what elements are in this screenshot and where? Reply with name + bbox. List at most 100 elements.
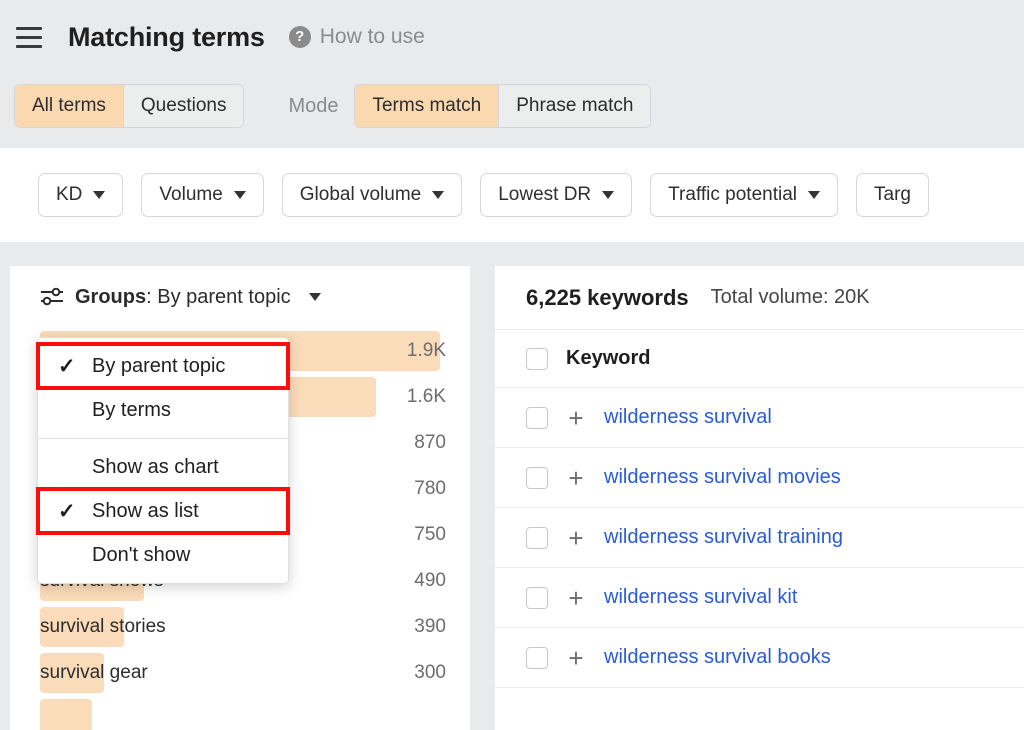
- hamburger-bar: [16, 45, 42, 48]
- menu-item-label: Don't show: [92, 544, 288, 567]
- plus-icon[interactable]: +: [566, 645, 586, 671]
- filter-lowest-dr-label: Lowest DR: [498, 184, 591, 206]
- row-checkbox[interactable]: [526, 647, 548, 669]
- how-to-use-label: How to use: [320, 25, 425, 49]
- chevron-down-icon: [234, 191, 246, 199]
- mode-segmented: Terms match Phrase match: [354, 84, 651, 128]
- app-root: Matching terms ? How to use All terms Qu…: [0, 0, 1024, 730]
- plus-icon[interactable]: +: [566, 525, 586, 551]
- keyword-row[interactable]: + wilderness survival books: [495, 628, 1024, 688]
- filter-kd-label: KD: [56, 184, 82, 206]
- filter-target[interactable]: Targ: [856, 173, 929, 217]
- chevron-down-icon: [432, 191, 444, 199]
- group-row[interactable]: survival gear300: [10, 650, 470, 696]
- column-header-keyword: Keyword: [566, 347, 650, 370]
- group-name: survival stories: [40, 616, 388, 638]
- how-to-use-link[interactable]: ? How to use: [289, 25, 425, 49]
- tab-terms-match[interactable]: Terms match: [355, 85, 499, 127]
- sliders-icon: [40, 287, 64, 307]
- filter-global-volume[interactable]: Global volume: [282, 173, 462, 217]
- tab-all-terms[interactable]: All terms: [15, 85, 124, 127]
- group-volume-value: 490: [388, 570, 446, 592]
- group-volume-value: 300: [388, 662, 446, 684]
- groups-label-value: Groups: By parent topic: [75, 286, 291, 309]
- keyword-link[interactable]: wilderness survival training: [604, 526, 843, 549]
- menu-item-label: By parent topic: [92, 355, 288, 378]
- filter-volume-label: Volume: [159, 184, 222, 206]
- plus-icon[interactable]: +: [566, 585, 586, 611]
- filter-bar: KD Volume Global volume Lowest DR Traffi…: [0, 148, 1024, 242]
- total-volume: Total volume: 20K: [711, 286, 870, 309]
- panels-container: Groups: By parent topic …ne1.9K1.6K870…a…: [0, 242, 1024, 730]
- chevron-down-icon: [808, 191, 820, 199]
- tab-questions[interactable]: Questions: [124, 85, 244, 127]
- keywords-table-body: + wilderness survival + wilderness survival…: [495, 388, 1024, 688]
- keyword-row[interactable]: + wilderness survival: [495, 388, 1024, 448]
- filter-volume[interactable]: Volume: [141, 173, 263, 217]
- question-mark-icon: ?: [289, 26, 311, 48]
- chevron-down-icon: [602, 191, 614, 199]
- keyword-count: 6,225 keywords: [526, 285, 689, 311]
- keyword-link[interactable]: wilderness survival kit: [604, 586, 797, 609]
- page-title: Matching terms: [68, 22, 265, 53]
- chevron-down-icon[interactable]: [309, 293, 321, 301]
- tab-phrase-match[interactable]: Phrase match: [499, 85, 650, 127]
- hamburger-bar: [16, 27, 42, 30]
- plus-icon[interactable]: +: [566, 465, 586, 491]
- check-icon: ✓: [58, 499, 92, 524]
- filter-global-volume-label: Global volume: [300, 184, 421, 206]
- filter-lowest-dr[interactable]: Lowest DR: [480, 173, 632, 217]
- group-volume-value: 750: [388, 524, 446, 546]
- groups-value: By parent topic: [157, 286, 290, 308]
- groups-dropdown-menu[interactable]: ✓By parent topicBy termsShow as chart✓Sh…: [37, 337, 289, 584]
- keyword-row[interactable]: + wilderness survival kit: [495, 568, 1024, 628]
- keyword-link[interactable]: wilderness survival books: [604, 646, 831, 669]
- plus-icon[interactable]: +: [566, 405, 586, 431]
- terms-type-segmented: All terms Questions: [14, 84, 244, 128]
- group-volume-value: 1.6K: [388, 386, 446, 408]
- keywords-panel: 6,225 keywords Total volume: 20K Keyword…: [495, 266, 1024, 730]
- keyword-link[interactable]: wilderness survival: [604, 406, 772, 429]
- hamburger-bar: [16, 36, 42, 39]
- hamburger-icon[interactable]: [12, 22, 46, 52]
- menu-item-don-t-show[interactable]: Don't show: [38, 533, 288, 577]
- title-row: Matching terms ? How to use: [0, 0, 1024, 74]
- filter-traffic-potential-label: Traffic potential: [668, 184, 797, 206]
- keyword-link[interactable]: wilderness survival movies: [604, 466, 841, 489]
- mode-label: Mode: [288, 95, 338, 118]
- select-all-checkbox[interactable]: [526, 348, 548, 370]
- check-icon: ✓: [58, 354, 92, 379]
- group-volume-value: 390: [388, 616, 446, 638]
- row-checkbox[interactable]: [526, 407, 548, 429]
- group-name: survival gear: [40, 662, 388, 684]
- groups-label: Groups: [75, 286, 146, 308]
- menu-item-by-parent-topic[interactable]: ✓By parent topic: [38, 344, 288, 388]
- keyword-row[interactable]: + wilderness survival training: [495, 508, 1024, 568]
- row-checkbox[interactable]: [526, 587, 548, 609]
- filter-traffic-potential[interactable]: Traffic potential: [650, 173, 838, 217]
- group-row[interactable]: [10, 696, 470, 730]
- group-volume-value: 1.9K: [388, 340, 446, 362]
- row-checkbox[interactable]: [526, 467, 548, 489]
- filter-target-label: Targ: [874, 184, 911, 206]
- row-checkbox[interactable]: [526, 527, 548, 549]
- segmented-controls-row: All terms Questions Mode Terms match Phr…: [0, 80, 1024, 132]
- menu-item-label: Show as list: [92, 500, 288, 523]
- menu-item-by-terms[interactable]: By terms: [38, 388, 288, 432]
- menu-separator: [38, 438, 288, 439]
- menu-item-label: By terms: [92, 399, 288, 422]
- menu-item-show-as-chart[interactable]: Show as chart: [38, 445, 288, 489]
- menu-item-label: Show as chart: [92, 456, 288, 479]
- keywords-summary: 6,225 keywords Total volume: 20K: [495, 266, 1024, 330]
- keywords-table-header: Keyword: [495, 330, 1024, 388]
- chevron-down-icon: [93, 191, 105, 199]
- filter-kd[interactable]: KD: [38, 173, 123, 217]
- keyword-row[interactable]: + wilderness survival movies: [495, 448, 1024, 508]
- groups-header[interactable]: Groups: By parent topic: [10, 266, 470, 328]
- menu-item-show-as-list[interactable]: ✓Show as list: [38, 489, 288, 533]
- group-row[interactable]: survival stories390: [10, 604, 470, 650]
- group-volume-bar: [40, 699, 92, 730]
- page-header: Matching terms ? How to use All terms Qu…: [0, 0, 1024, 148]
- group-volume-value: 870: [388, 432, 446, 454]
- group-volume-value: 780: [388, 478, 446, 500]
